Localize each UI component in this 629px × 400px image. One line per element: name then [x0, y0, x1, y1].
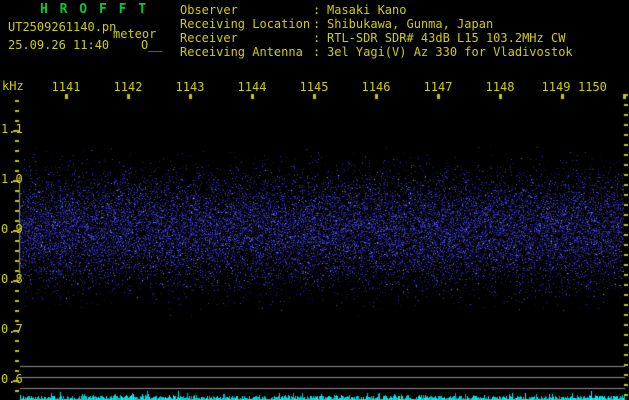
x-tick-label: 1145: [299, 80, 329, 94]
info-colon: :: [313, 3, 321, 17]
x-tick-label: 1150: [578, 80, 607, 94]
info-colon: :: [313, 31, 321, 45]
info-row-receiver: Receiver : RTL-SDR SDR# 43dB L15 103.2MH…: [180, 31, 573, 45]
y-tick-label: 0.9: [1, 222, 23, 236]
info-colon: :: [313, 17, 321, 31]
info-value: 3el Yagi(V) Az 330 for Vladivostok: [327, 45, 573, 59]
hrofft-window: H R O F F T UT2509261140.pn meteor 25.09…: [0, 0, 629, 400]
info-row-location: Receiving Location : Shibukawa, Gunma, J…: [180, 17, 573, 31]
x-tick-label: 1146: [361, 80, 391, 94]
y-tick-label: 0.7: [1, 322, 23, 336]
info-label: Receiving Location: [180, 17, 311, 31]
y-tick-label: 0.8: [1, 272, 23, 286]
app-title: H R O F F T: [40, 2, 149, 17]
x-tick-label: 1148: [485, 80, 515, 94]
station-info-block: Observer : Masaki Kano Receiving Locatio…: [180, 3, 573, 59]
y-tick-label: 0.6: [1, 372, 23, 386]
info-value: RTL-SDR SDR# 43dB L15 103.2MHz CW: [327, 31, 566, 45]
y-axis-unit-label: kHz: [2, 79, 24, 93]
info-label: Receiver: [180, 31, 238, 45]
x-tick-label: 1144: [237, 80, 267, 94]
x-tick-label: 1143: [175, 80, 205, 94]
info-value: Masaki Kano: [327, 3, 407, 17]
x-tick-label: 1147: [423, 80, 453, 94]
info-row-antenna: Receiving Antenna : 3el Yagi(V) Az 330 f…: [180, 45, 573, 59]
frame-filename: UT2509261140.pn: [8, 20, 117, 34]
frame-datetime: 25.09.26 11:40: [8, 38, 110, 52]
info-colon: :: [313, 45, 321, 59]
info-row-observer: Observer : Masaki Kano: [180, 3, 573, 17]
info-label: Receiving Antenna: [180, 45, 303, 59]
info-label: Observer: [180, 3, 238, 17]
x-tick-label: 1149: [541, 80, 571, 94]
x-tick-label: 1142: [113, 80, 143, 94]
spectrogram-canvas: [0, 0, 629, 400]
y-tick-label: 1.1: [1, 122, 23, 136]
x-tick-label: 1141: [51, 80, 81, 94]
y-tick-label: 1.0: [1, 172, 23, 186]
info-value: Shibukawa, Gunma, Japan: [327, 17, 494, 31]
echo-counter: O__: [141, 38, 163, 52]
